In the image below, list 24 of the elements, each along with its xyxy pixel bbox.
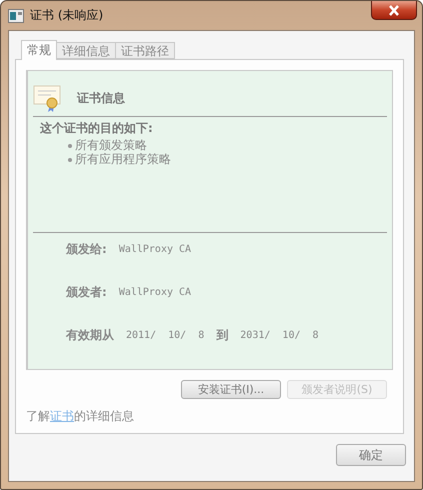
close-button[interactable] (371, 1, 417, 20)
validity-label: 有效期从 (66, 327, 114, 344)
tab[interactable]: 证书路径 (115, 42, 175, 59)
tab[interactable]: 详细信息 (56, 42, 116, 59)
learn-more-text: 了解证书的详细信息 (26, 408, 135, 425)
certificate-icon (33, 83, 63, 113)
field-value: WallProxy CA (118, 287, 192, 298)
close-icon (388, 4, 400, 16)
purpose-title: 这个证书的目的如下: (40, 120, 154, 137)
purpose-item: 所有应用程序策略 (68, 152, 392, 166)
window-title: 证书 (未响应) (30, 7, 104, 24)
tab[interactable]: 常规 (21, 40, 57, 60)
valid-to-date: 2031/ 10/ 8 (240, 330, 319, 341)
dialog-button[interactable]: 安装证书(I)... (181, 380, 281, 399)
field-label: 颁发者: (66, 284, 107, 301)
validity-to-label: 到 (216, 327, 228, 344)
purpose-item: 所有颁发策略 (68, 138, 392, 152)
certificate-link[interactable]: 证书 (50, 409, 74, 423)
field-label: 颁发给: (66, 241, 107, 258)
ok-button[interactable]: 确定 (336, 444, 406, 466)
certificate-heading: 证书信息 (77, 90, 125, 106)
window-icon (8, 8, 24, 22)
valid-from-date: 2011/ 10/ 8 (126, 330, 204, 341)
field-value: WallProxy CA (118, 244, 192, 255)
